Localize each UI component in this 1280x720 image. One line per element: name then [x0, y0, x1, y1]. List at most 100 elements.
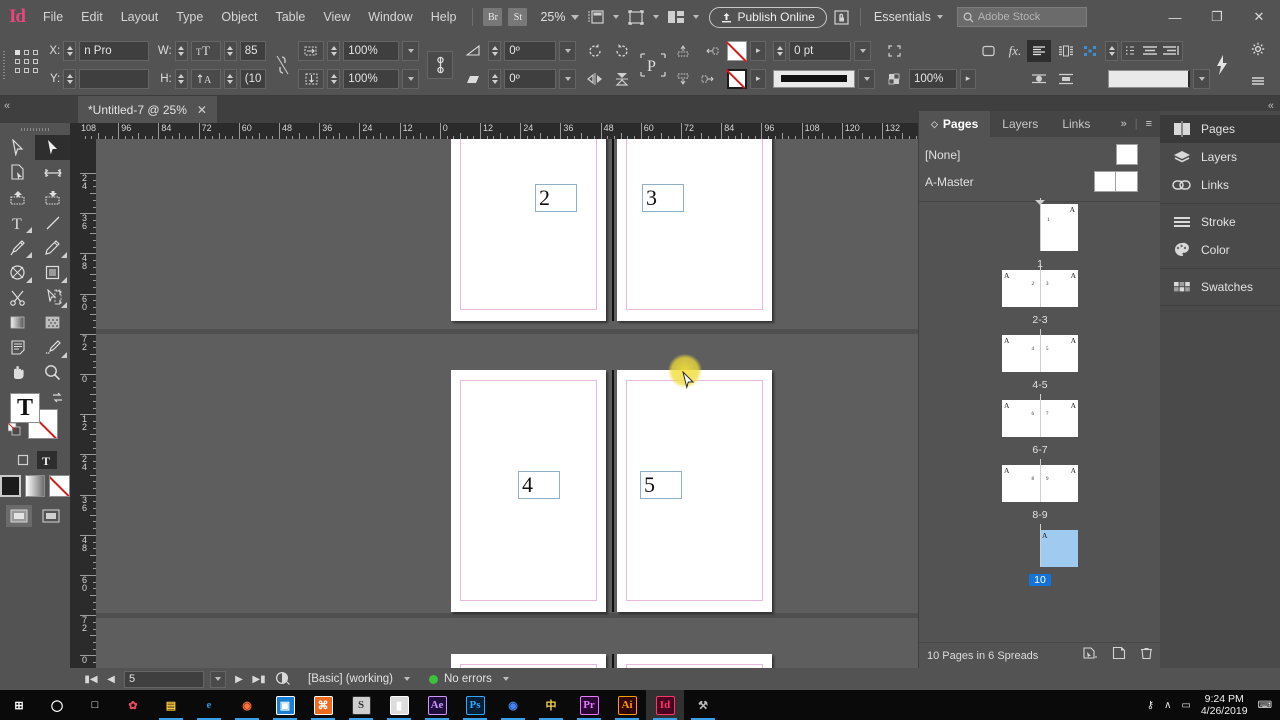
opacity-dropdown-icon[interactable]: ▸ [960, 68, 976, 89]
direct-selection-tool[interactable] [0, 135, 35, 160]
zoom-dropdown-icon[interactable] [571, 14, 580, 20]
align-right-text-icon[interactable] [698, 68, 722, 90]
pencil-tool[interactable] [35, 235, 70, 260]
dock-item-swatches[interactable]: Swatches [1160, 273, 1280, 301]
minimize-button[interactable]: — [1154, 0, 1196, 34]
rotate-dropdown-icon[interactable] [559, 40, 577, 61]
text-wrap-object-icon[interactable] [1027, 68, 1051, 90]
font-size-input[interactable]: 85 [239, 40, 266, 61]
leading-stepper[interactable] [223, 68, 237, 89]
view-options-dropdown-icon[interactable] [653, 15, 660, 19]
align-bottom-icon[interactable] [671, 68, 695, 90]
edit-page-size-icon[interactable] [1082, 646, 1098, 665]
arrange-documents-icon[interactable] [665, 7, 687, 27]
page-5[interactable]: 5 [617, 370, 772, 612]
rectangle-tool[interactable] [35, 260, 70, 285]
misc-icon[interactable]: ⚒ [684, 690, 722, 720]
constrain-proportions-icon[interactable] [272, 54, 293, 76]
fx-icon[interactable]: fx. [1003, 40, 1027, 62]
restore-button[interactable]: ❐ [1196, 0, 1238, 34]
panel-overflow-icon[interactable]: » [1121, 118, 1127, 130]
first-page-button[interactable]: ▮◀ [84, 674, 98, 685]
font-size-stepper[interactable] [223, 40, 237, 61]
edge-icon[interactable]: e [190, 690, 228, 720]
spread-thumb-6-7[interactable]: A 6 A 7 6-7 [919, 394, 1161, 458]
menu-type[interactable]: Type [167, 0, 212, 34]
firefox-icon[interactable]: ◉ [228, 690, 266, 720]
control-panel-settings-icon[interactable] [1246, 38, 1270, 60]
page-4-text-frame[interactable]: 4 [518, 471, 560, 499]
rotate-counterclockwise-icon[interactable] [610, 40, 634, 62]
tray-expand-icon[interactable]: ∧ [1164, 700, 1171, 711]
align-stepper[interactable] [1105, 40, 1118, 61]
scale-y-dropdown-icon[interactable] [402, 68, 420, 89]
menu-view[interactable]: View [314, 0, 359, 34]
spread-thumb-4-5[interactable]: A 4 A 5 4-5 [919, 329, 1161, 393]
scale-y-stepper[interactable] [327, 68, 341, 89]
stroke-weight-dropdown-icon[interactable] [854, 40, 872, 61]
align-top-icon[interactable] [671, 40, 695, 62]
zoom-level[interactable]: 25% [540, 10, 565, 24]
page-thumb-5[interactable]: A 5 [1040, 335, 1078, 372]
paragraph-style-dropdown-icon[interactable] [1193, 68, 1210, 89]
gap-tool[interactable] [35, 160, 70, 185]
menu-file[interactable]: File [34, 0, 72, 34]
gradient-swatch-tool[interactable] [0, 310, 35, 335]
start-button[interactable]: ⊞ [0, 690, 38, 720]
baseline-grid-icon[interactable]: P [638, 48, 667, 82]
scale-x-dropdown-icon[interactable] [402, 40, 420, 61]
preflight-icon[interactable] [272, 671, 294, 688]
spread-thumb-8-9[interactable]: A 8 A 9 8-9 [919, 459, 1161, 523]
page-6[interactable] [451, 654, 606, 668]
spread-thumb-1[interactable]: A 1 1 [919, 198, 1161, 272]
page-tool[interactable] [0, 160, 35, 185]
rotate-clockwise-icon[interactable] [583, 40, 607, 62]
clock[interactable]: 9:24 PM 4/26/2019 [1201, 693, 1248, 717]
new-page-icon[interactable] [1112, 646, 1126, 665]
stock-button[interactable]: St [508, 8, 528, 26]
dock-item-layers[interactable]: Layers [1160, 143, 1280, 171]
fill-dropdown-icon[interactable]: ▸ [750, 40, 767, 61]
text-wrap-none-icon[interactable] [1027, 39, 1051, 62]
menu-window[interactable]: Window [359, 0, 421, 34]
document-tab[interactable]: *Untitled-7 @ 25% ✕ [78, 96, 217, 123]
horizontal-ruler[interactable]: 108 96 84 72 60 48 36 24 12 0 12 24 36 48 60 72 84 96 108 1… [80, 123, 918, 139]
spread-thumb-10[interactable]: A 10 [919, 524, 1161, 588]
normal-view-mode-icon[interactable] [6, 505, 32, 527]
paragraph-style-preview[interactable] [1108, 69, 1190, 88]
app-blue-icon[interactable]: ▣ [266, 690, 304, 720]
page-number-input[interactable]: 5 [124, 670, 204, 688]
document-canvas[interactable]: 2 3 4 5 [96, 139, 918, 668]
menu-layout[interactable]: Layout [112, 0, 168, 34]
preview-mode-icon[interactable] [38, 505, 64, 527]
indesign-icon[interactable]: Id [646, 690, 684, 720]
preflight-errors-dropdown-icon[interactable] [498, 671, 514, 688]
quick-apply-icon[interactable] [1210, 54, 1234, 76]
workspace-label[interactable]: Essentials [874, 10, 931, 24]
stroke-swatch[interactable] [727, 68, 748, 89]
page-2[interactable]: 2 [451, 139, 606, 321]
free-transform-tool[interactable] [35, 285, 70, 310]
note-tool[interactable] [0, 335, 35, 360]
content-collector-tool[interactable] [0, 185, 35, 210]
reference-point-selector[interactable] [14, 49, 41, 80]
format-text-icon[interactable]: T [37, 451, 57, 469]
format-container-icon[interactable] [13, 451, 33, 469]
fill-swatch[interactable] [727, 40, 748, 61]
panel-tab-layers[interactable]: Layers [990, 111, 1050, 137]
flip-vertical-icon[interactable] [610, 68, 634, 90]
page-2-text-frame[interactable]: 2 [535, 184, 577, 212]
rotate-stepper[interactable] [488, 40, 502, 61]
close-button[interactable]: ✕ [1238, 0, 1280, 34]
adobe-stock-search[interactable]: Adobe Stock [956, 7, 1087, 27]
rounded-rect-icon[interactable] [976, 40, 1000, 62]
list-align-icons[interactable] [1121, 40, 1183, 61]
preflight-profile-dropdown-icon[interactable] [399, 671, 415, 688]
line-tool[interactable] [35, 210, 70, 235]
y-input[interactable] [79, 68, 150, 89]
shear-input[interactable]: 0º [504, 68, 557, 89]
scale-x-input[interactable]: 100% [343, 40, 400, 61]
text-wrap-bounding-icon[interactable] [1054, 40, 1078, 62]
leading-input[interactable]: (10 [239, 68, 266, 89]
rotate-input[interactable]: 0º [504, 40, 557, 61]
